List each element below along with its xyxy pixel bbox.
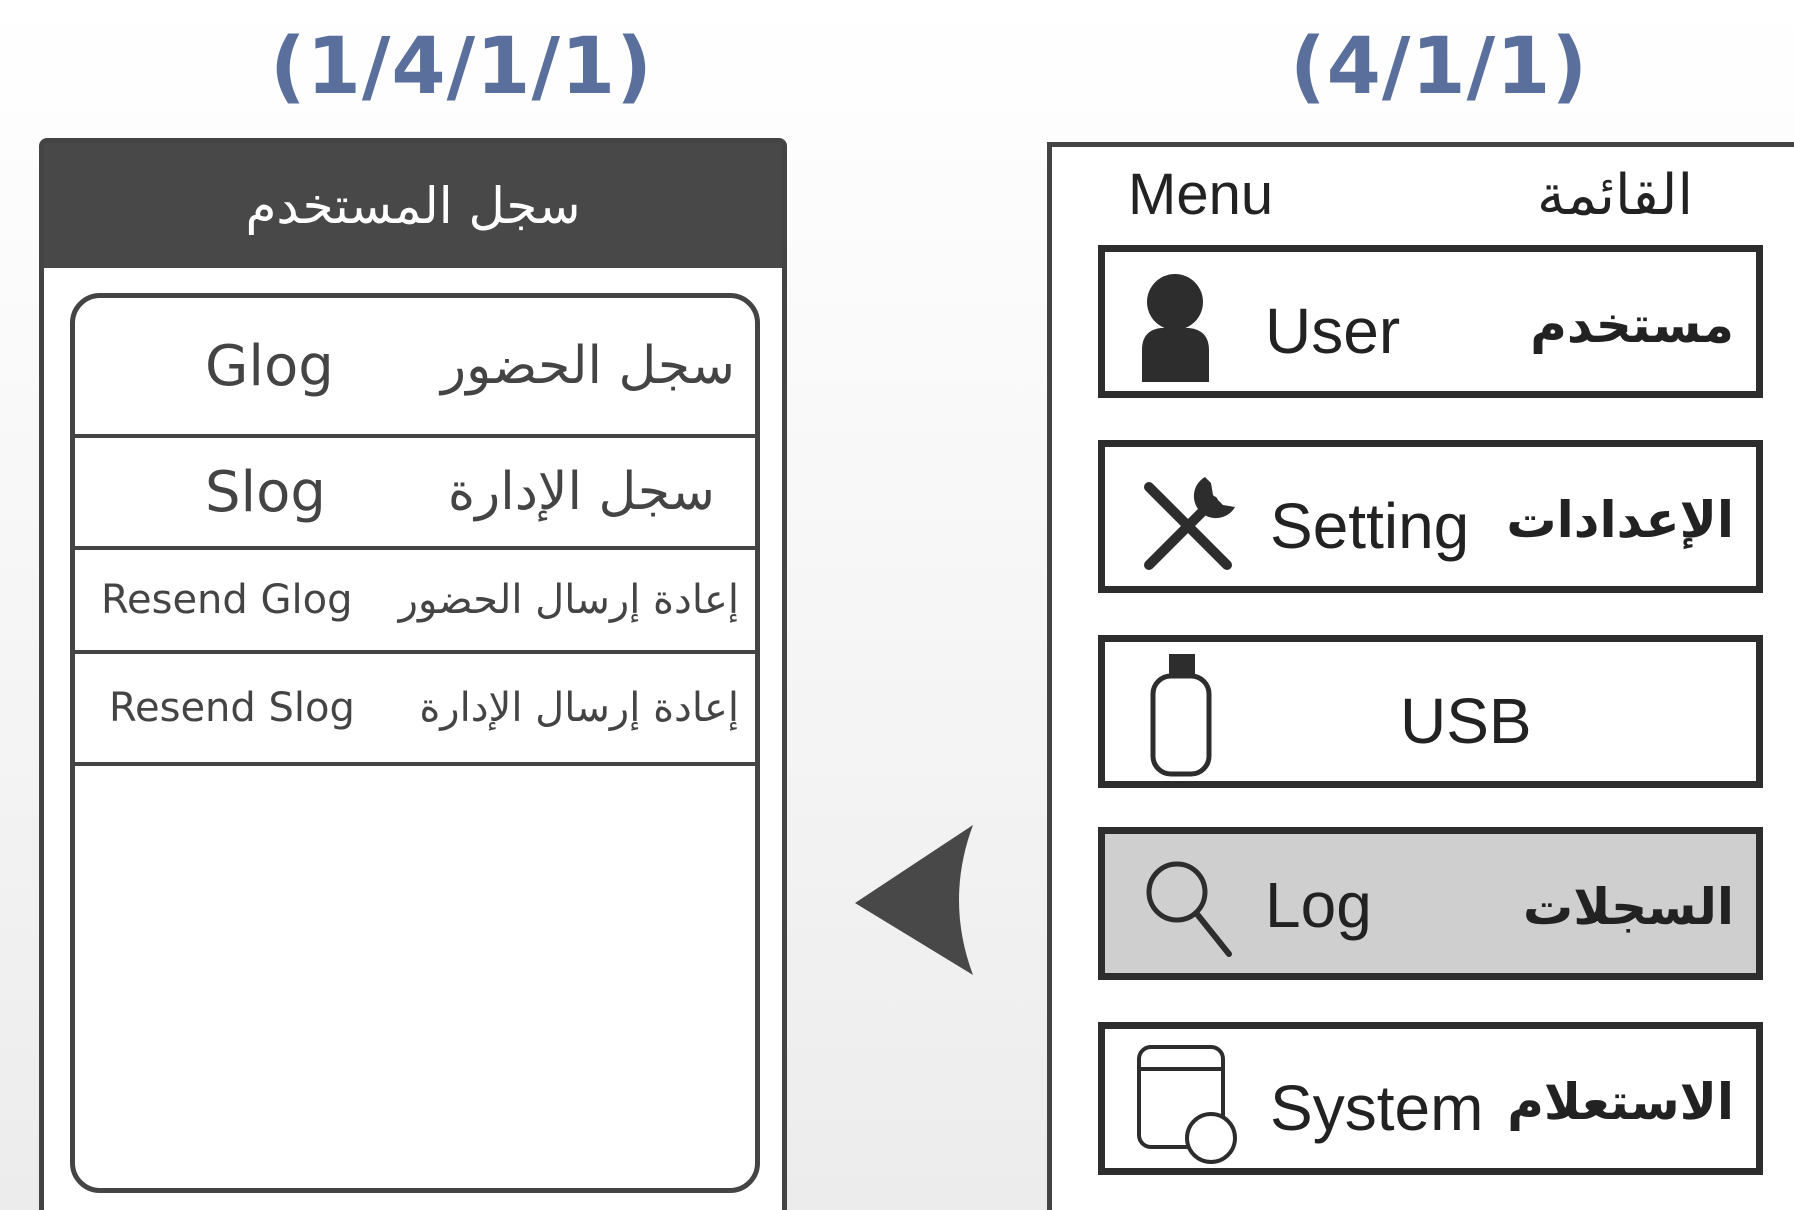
- list-item-ar-label: إعادة إرسال الحضور: [398, 577, 739, 623]
- system-icon: [1137, 1045, 1237, 1164]
- search-icon: [1146, 861, 1232, 957]
- user-icon: [1142, 274, 1209, 382]
- menu-item-en-label: User: [1265, 295, 1401, 367]
- log-options-list: Glog سجل الحضور Slog سجل الإدارة Resend …: [70, 293, 760, 1193]
- menu-item-ar-label: السجلات: [1522, 878, 1734, 936]
- menu-item-en-label: Log: [1265, 869, 1372, 941]
- list-item-ar-label: إعادة إرسال الإدارة: [419, 685, 739, 731]
- tools-icon: [1144, 477, 1235, 570]
- menu-item-user[interactable]: User مستخدم: [1098, 245, 1763, 398]
- list-item-en-label: Resend Glog: [101, 577, 353, 623]
- list-item-en-label: Slog: [205, 459, 326, 525]
- menu-item-en-label: Setting: [1270, 490, 1470, 562]
- list-item-resend-slog[interactable]: Resend Slog إعادة إرسال الإدارة: [75, 654, 755, 766]
- menu-item-setting[interactable]: Setting الإعدادات: [1098, 440, 1763, 593]
- main-menu-screen: Menu القائمة User مستخدم Setting الإعداد…: [1047, 142, 1794, 1210]
- menu-title-en: Menu: [1128, 162, 1274, 227]
- menu-item-en-label: System: [1270, 1072, 1484, 1144]
- left-pointing-arrow-icon: [855, 825, 973, 975]
- menu-item-ar-label: مستخدم: [1530, 296, 1734, 354]
- menu-item-ar-label: الاستعلام: [1507, 1073, 1734, 1131]
- menu-item-usb[interactable]: USB: [1098, 635, 1763, 788]
- list-item-resend-glog[interactable]: Resend Glog إعادة إرسال الحضور: [75, 550, 755, 654]
- list-item-en-label: Resend Slog: [109, 685, 355, 731]
- list-item-ar-label: سجل الإدارة: [447, 462, 715, 522]
- screen-title: سجل المستخدم: [245, 176, 581, 235]
- menu-item-system[interactable]: System الاستعلام: [1098, 1022, 1763, 1175]
- list-item-ar-label: سجل الحضور: [441, 336, 735, 396]
- step-label-left: (1/4/1/1): [270, 22, 653, 112]
- screen-header: سجل المستخدم: [44, 143, 782, 268]
- list-item-glog[interactable]: Glog سجل الحضور: [75, 298, 755, 438]
- step-label-right: (4/1/1): [1290, 22, 1589, 112]
- menu-item-en-label: USB: [1400, 685, 1532, 757]
- menu-item-log[interactable]: Log السجلات: [1098, 827, 1763, 980]
- menu-title-ar: القائمة: [1537, 163, 1693, 228]
- menu-item-ar-label: الإعدادات: [1506, 491, 1734, 549]
- list-item-en-label: Glog: [205, 333, 334, 399]
- user-log-screen: سجل المستخدم Glog سجل الحضور Slog سجل ال…: [39, 138, 787, 1210]
- usb-icon: [1150, 654, 1212, 777]
- list-item-slog[interactable]: Slog سجل الإدارة: [75, 438, 755, 550]
